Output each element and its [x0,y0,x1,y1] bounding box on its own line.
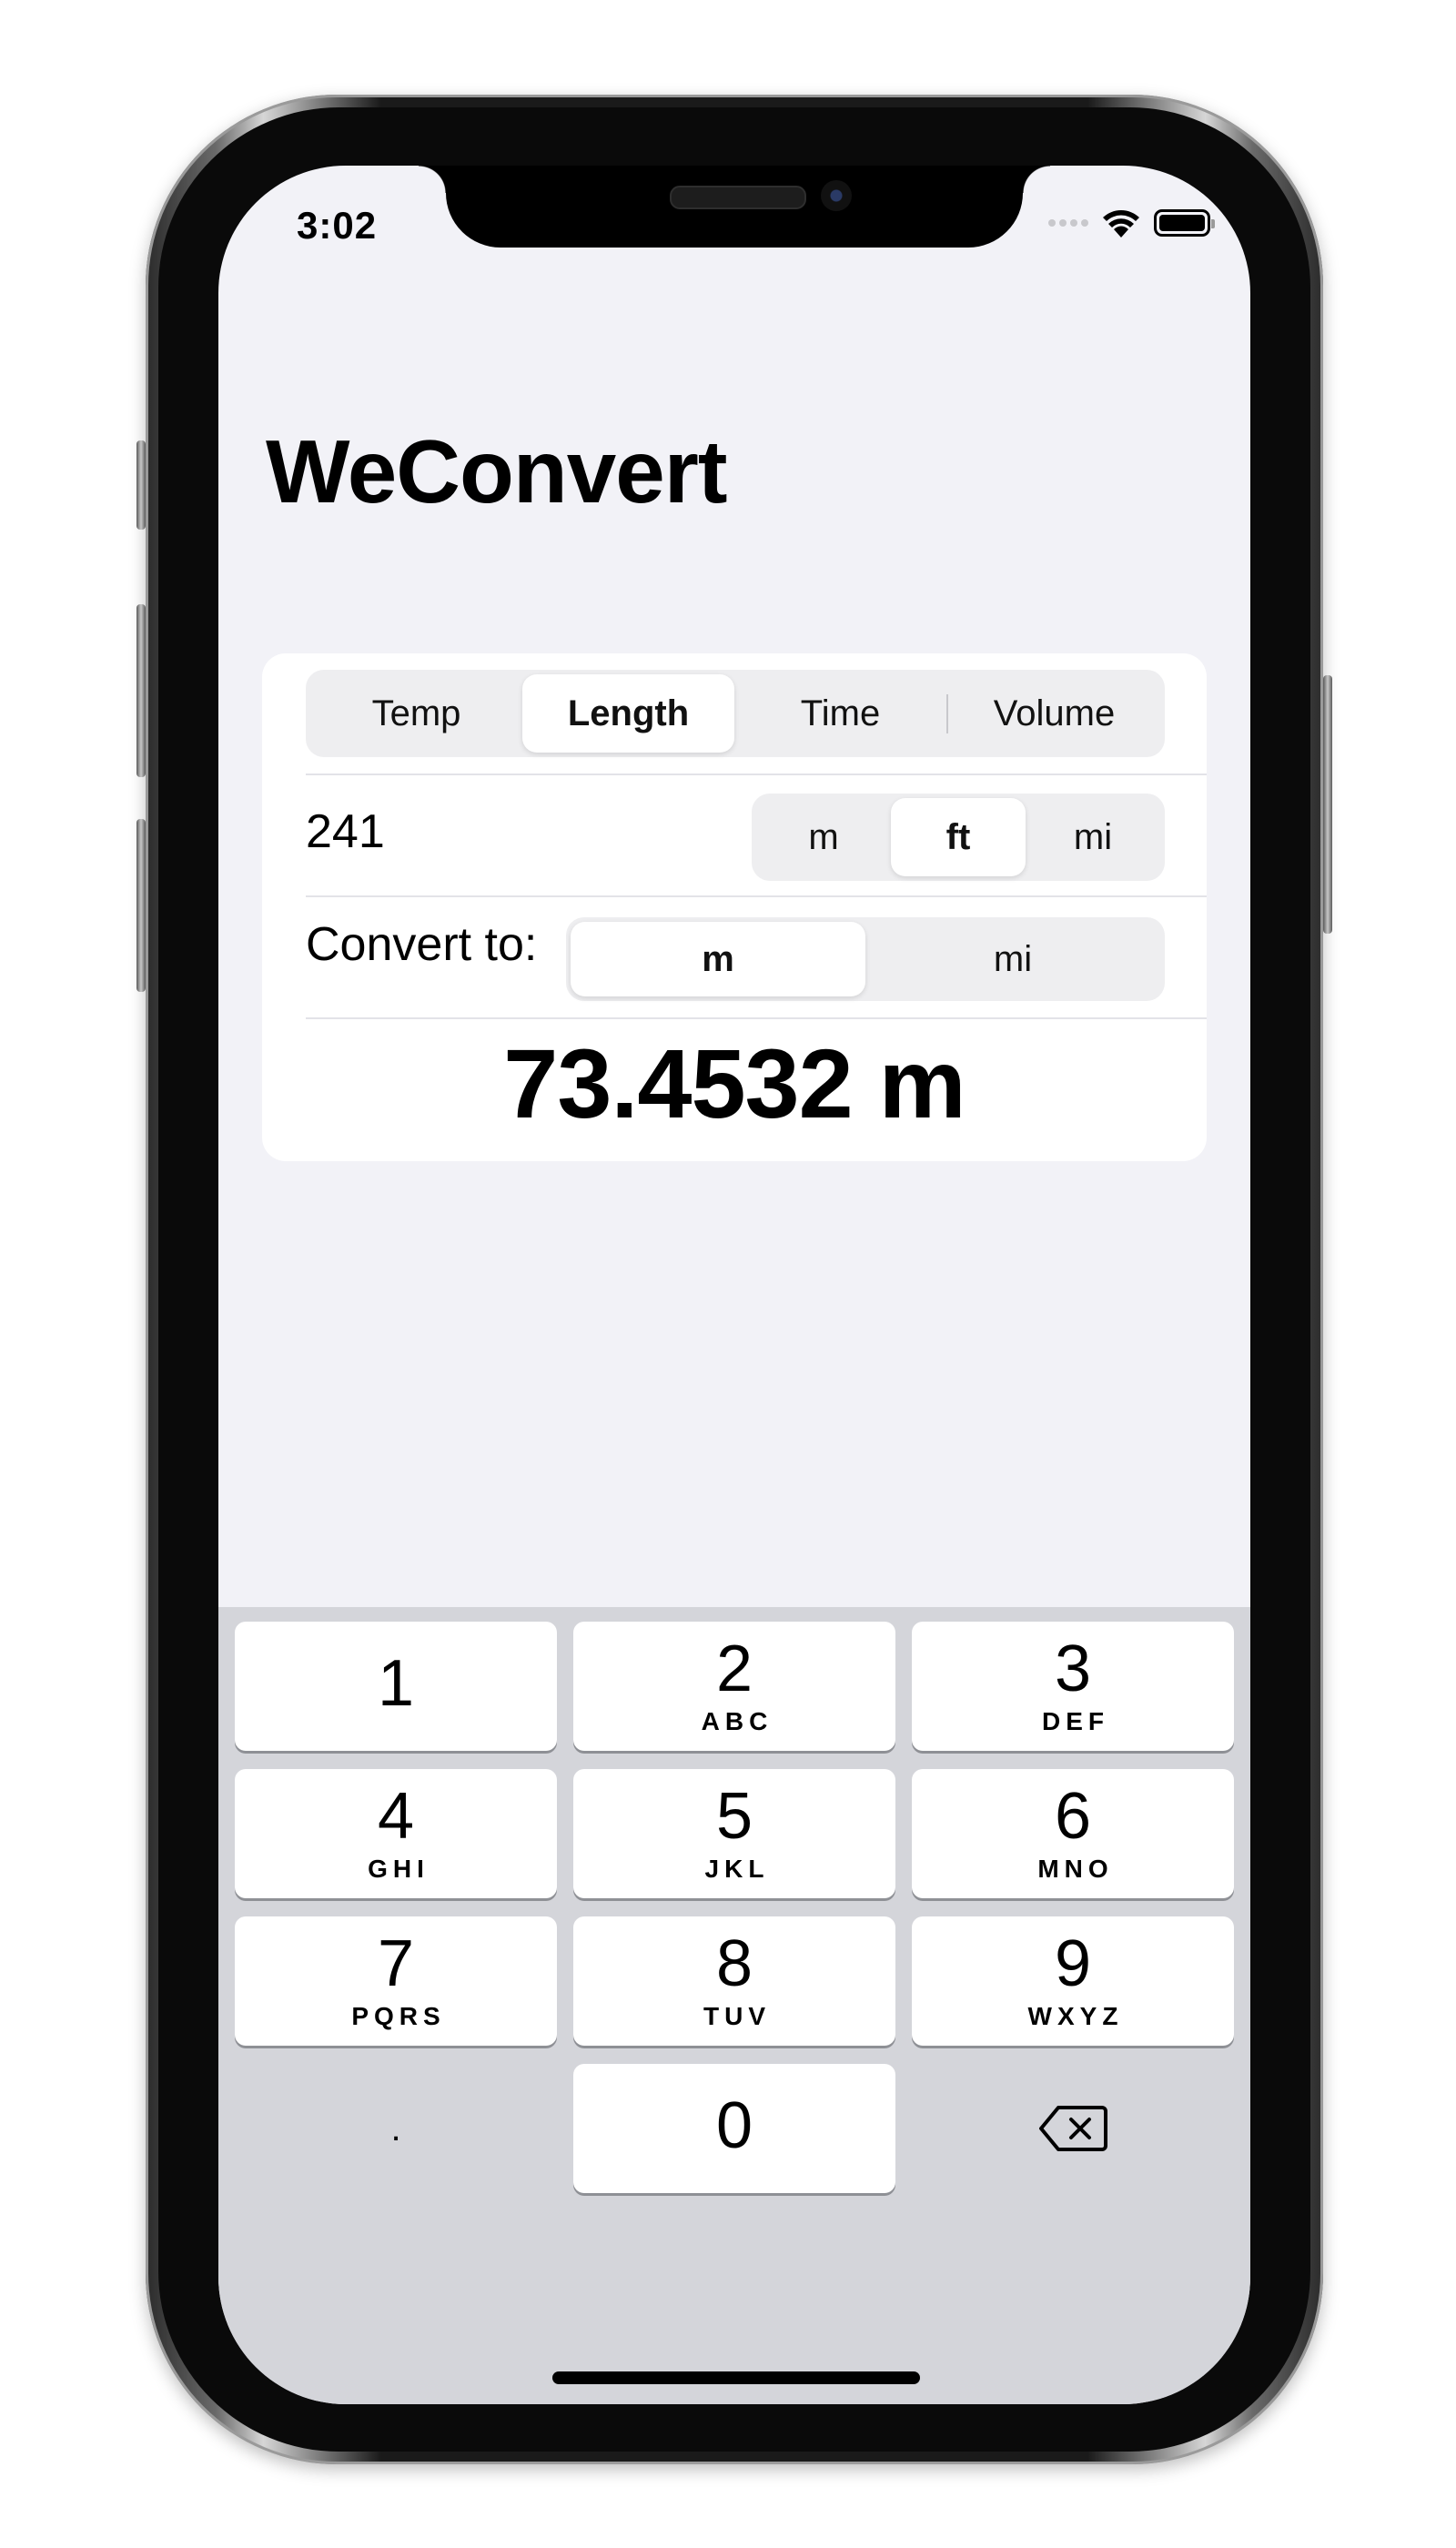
key-0[interactable]: 0 [573,2064,895,2193]
output-unit-mi[interactable]: mi [865,922,1160,996]
key-letters: ABC [701,1707,774,1735]
numeric-keyboard: 1 2 ABC 3 DEF 4 GHI 5 JKL 6 MNO 7 PQRS 8… [218,1607,1250,2404]
row-divider [306,774,1207,775]
key-5[interactable]: 5 JKL [573,1769,895,1898]
input-unit-segmented-control: m ft mi [752,794,1165,881]
converter-card: Temp Length Time Volume 241 m ft mi Conv… [262,653,1207,1161]
output-unit-segmented-control: m mi [566,917,1165,1001]
status-time: 3:02 [297,204,378,247]
row-divider [306,895,1207,897]
key-9[interactable]: 9 WXYZ [912,1916,1234,2046]
tab-temp[interactable]: Temp [310,674,522,753]
tab-length[interactable]: Length [522,674,734,753]
front-camera [821,180,852,211]
key-1[interactable]: 1 [235,1622,557,1751]
status-icons [1048,207,1215,238]
delete-key[interactable] [912,2064,1234,2193]
phone-screen: 3:02 WeConvert Temp Length Time Volume 2… [218,166,1250,2404]
input-unit-ft[interactable]: ft [891,798,1026,876]
row-divider [306,1017,1207,1019]
tab-volume[interactable]: Volume [948,674,1160,753]
battery-icon [1154,209,1215,237]
key-letters: JKL [704,1855,770,1883]
volume-up-button [136,604,146,777]
amount-input[interactable]: 241 [306,795,688,868]
convert-to-label: Convert to: [306,918,538,971]
key-decimal[interactable]: . [235,2064,557,2193]
key-digit: 5 [715,1780,753,1853]
input-unit-mi[interactable]: mi [1026,798,1160,876]
mute-switch [136,440,146,530]
key-8[interactable]: 8 TUV [573,1916,895,2046]
key-digit: 3 [1054,1633,1092,1705]
conversion-result: 73.4532 m [503,1028,966,1138]
wifi-icon [1103,210,1139,238]
key-digit: 8 [715,1927,753,2000]
key-letters: MNO [1037,1855,1114,1883]
power-button [1323,675,1332,934]
key-4[interactable]: 4 GHI [235,1769,557,1898]
key-letters: DEF [1042,1707,1109,1735]
key-digit: 2 [715,1633,753,1705]
earpiece-speaker [670,186,806,209]
key-3[interactable]: 3 DEF [912,1622,1234,1751]
key-letters: GHI [368,1855,430,1883]
delete-backspace-icon [1039,2106,1107,2151]
key-digit: 7 [377,1927,415,2000]
key-digit: 9 [1054,1927,1092,2000]
signal-dots-icon [1048,219,1088,227]
key-letters: TUV [703,2002,771,2030]
key-6[interactable]: 6 MNO [912,1769,1234,1898]
volume-down-button [136,819,146,992]
category-segmented-control: Temp Length Time Volume [306,670,1165,757]
notch [419,166,1050,248]
key-digit: 4 [377,1780,415,1853]
input-unit-m[interactable]: m [756,798,891,876]
home-indicator[interactable] [552,2371,920,2384]
decimal-label: . [390,2108,401,2149]
key-digit: 0 [715,2089,753,2162]
key-7[interactable]: 7 PQRS [235,1916,557,2046]
key-2[interactable]: 2 ABC [573,1622,895,1751]
key-digit: 6 [1054,1780,1092,1853]
output-unit-m[interactable]: m [571,922,865,996]
key-letters: PQRS [351,2002,446,2030]
key-digit: 1 [377,1647,415,1720]
key-letters: WXYZ [1027,2002,1124,2030]
page-title: WeConvert [266,421,728,521]
tab-time[interactable]: Time [734,674,946,753]
